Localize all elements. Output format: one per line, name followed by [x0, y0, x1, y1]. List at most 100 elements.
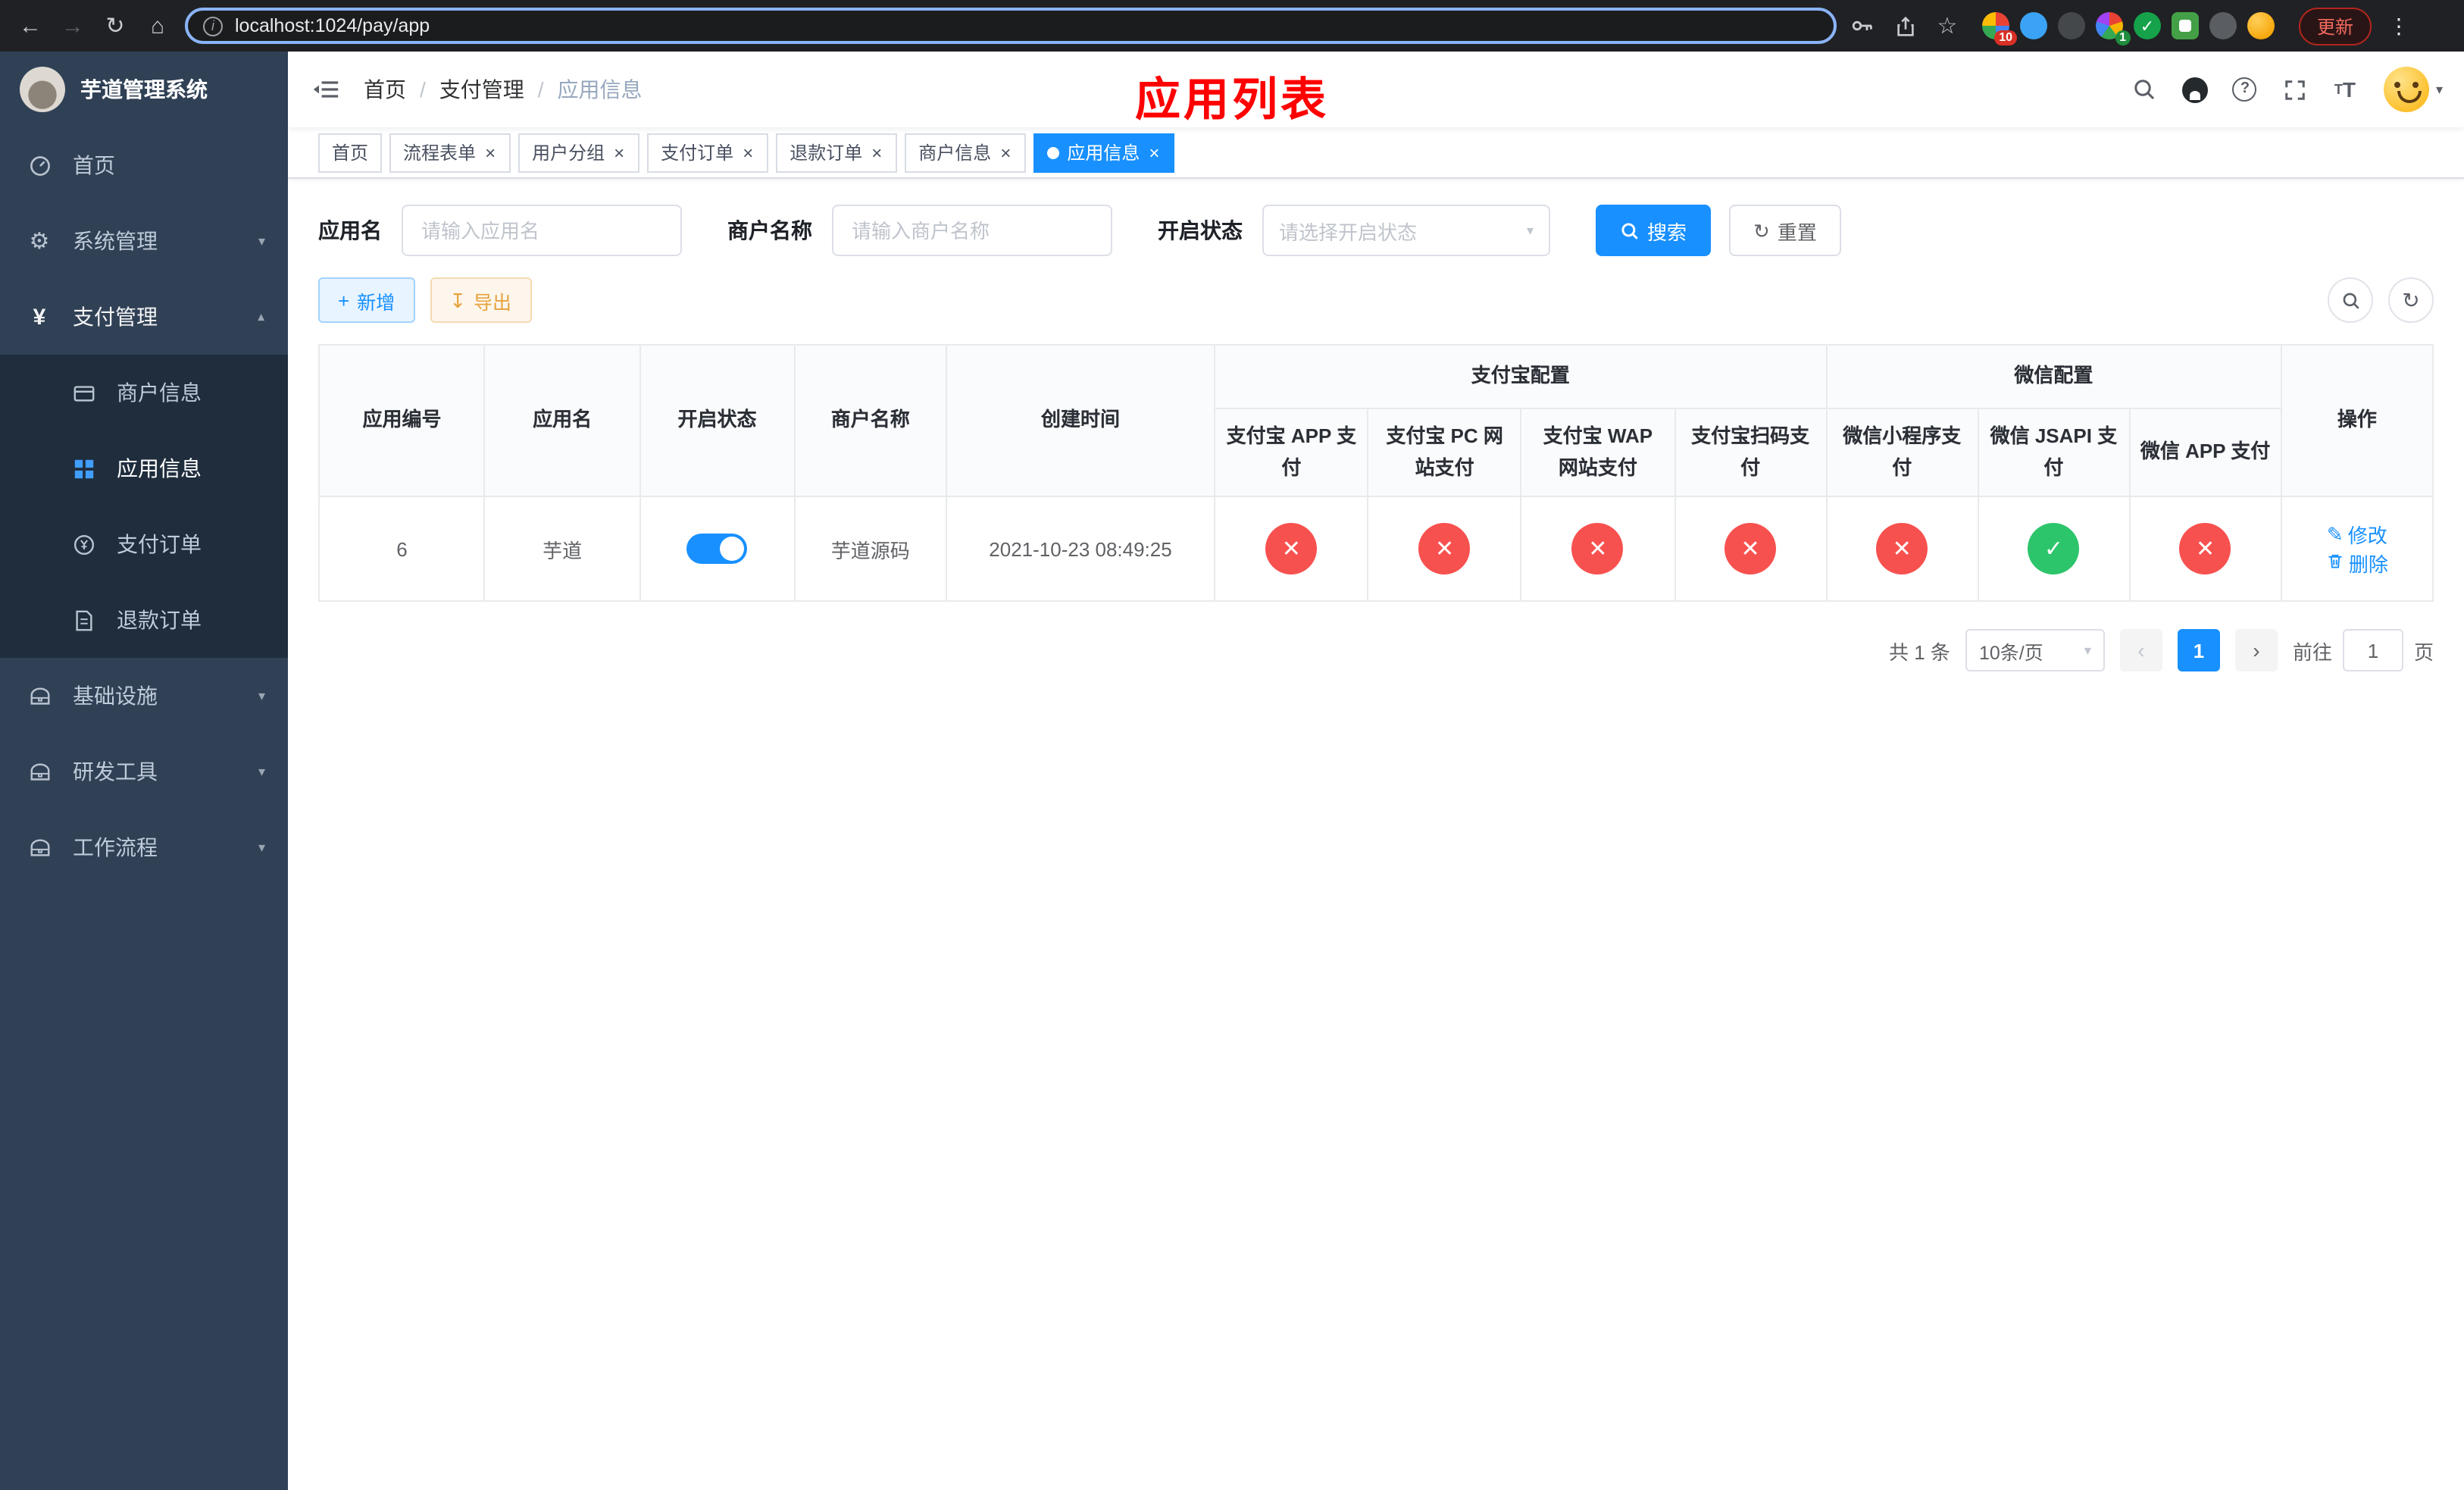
omnibox-actions: ☆	[1849, 9, 1961, 42]
extension-drop-icon[interactable]	[2020, 12, 2047, 39]
help-icon[interactable]: ?	[2225, 70, 2265, 109]
status-label: 开启状态	[1158, 218, 1243, 243]
page-1-button[interactable]: 1	[2177, 629, 2220, 672]
pagination: 共 1 条 10条/页 ▾ ‹ 1 › 前往 页	[318, 629, 2434, 672]
sidebar-item-workflow[interactable]: 工作流程 ▾	[0, 809, 288, 885]
sidebar-item-pay-order[interactable]: 支付订单	[0, 506, 288, 582]
browser-menu-button[interactable]: ⋮	[2384, 13, 2414, 39]
edit-link[interactable]: ✎ 修改	[2327, 521, 2387, 549]
reset-button[interactable]: ↻ 重置	[1729, 205, 1841, 256]
page-content: 应用名 商户名称 开启状态 请选择开启状态 ▾	[288, 179, 2464, 1490]
toggle-search-button[interactable]	[2328, 277, 2373, 323]
tab-refund-order[interactable]: 退款订单 ×	[776, 133, 898, 172]
extension-face-icon[interactable]	[2247, 12, 2275, 39]
refresh-table-button[interactable]: ↻	[2388, 277, 2434, 323]
sidebar-item-home[interactable]: 首页	[0, 127, 288, 203]
col-create-time: 创建时间	[945, 343, 1216, 498]
col-alipay-pc: 支付宝 PC 网站支付	[1367, 407, 1522, 498]
close-icon[interactable]: ×	[999, 143, 1012, 161]
sidebar-item-infra[interactable]: 基础设施 ▾	[0, 658, 288, 734]
search-button[interactable]: 搜索	[1596, 205, 1712, 256]
extension-grid-icon[interactable]: 10	[1982, 12, 2017, 45]
browser-update-button[interactable]: 更新	[2299, 7, 2372, 45]
reload-button[interactable]: ↻	[100, 9, 130, 42]
share-icon[interactable]	[1891, 9, 1918, 42]
close-icon[interactable]: ×	[870, 143, 883, 161]
sidebar-item-merchant-info[interactable]: 商户信息	[0, 355, 288, 430]
github-icon[interactable]	[2175, 70, 2215, 109]
col-group-alipay: 支付宝配置	[1214, 344, 1828, 409]
extension-chat-icon[interactable]	[2172, 12, 2199, 39]
sidebar-item-system[interactable]: ⚙ 系统管理 ▾	[0, 203, 288, 279]
breadcrumb-home[interactable]: 首页	[364, 74, 406, 105]
add-button[interactable]: + 新增	[318, 277, 415, 323]
search-icon[interactable]	[2125, 70, 2165, 109]
password-key-icon[interactable]	[1849, 9, 1876, 42]
breadcrumb-current: 应用信息	[557, 77, 643, 102]
forward-button[interactable]: →	[58, 9, 88, 42]
goto-page-input[interactable]	[2342, 629, 2403, 672]
font-size-icon[interactable]: TT	[2325, 70, 2365, 109]
fullscreen-icon[interactable]	[2275, 70, 2315, 109]
sidebar-fold-icon[interactable]	[309, 73, 342, 106]
dashboard-icon	[23, 154, 56, 177]
extensions-puzzle-icon[interactable]	[2209, 12, 2237, 39]
payment-submenu: 商户信息 应用信息 支付订单 退款订单	[0, 355, 288, 658]
chest-icon	[23, 760, 56, 783]
user-menu[interactable]: ▾	[2384, 67, 2443, 112]
status-toggle[interactable]	[686, 534, 748, 565]
tab-pay-order[interactable]: 支付订单 ×	[647, 133, 769, 172]
sidebar-item-refund-order[interactable]: 退款订单	[0, 582, 288, 658]
extensions-tray: 10 1 ✓	[1982, 12, 2275, 45]
merchant-name-input[interactable]	[832, 205, 1112, 256]
app-title: 芋道管理系统	[80, 77, 208, 102]
tab-process-form[interactable]: 流程表单 ×	[389, 133, 511, 172]
screen: ← → ↻ ⌂ i localhost:1024/pay/app ☆ 10 1 …	[0, 0, 2464, 1490]
export-button[interactable]: ↧ 导出	[430, 277, 532, 323]
url-text: localhost:1024/pay/app	[235, 15, 430, 36]
chevron-up-icon: ▾	[258, 310, 265, 325]
back-button[interactable]: ←	[15, 9, 45, 42]
home-button[interactable]: ⌂	[142, 9, 173, 42]
tab-user-group[interactable]: 用户分组 ×	[518, 133, 640, 172]
close-icon[interactable]: ×	[1147, 143, 1161, 161]
extension-check-icon[interactable]: ✓	[2134, 12, 2161, 39]
navbar-actions: ? TT ▾	[2125, 67, 2443, 112]
tab-merchant-info[interactable]: 商户信息 ×	[905, 133, 1027, 172]
delete-link[interactable]: 删除	[2326, 549, 2388, 578]
next-page-button[interactable]: ›	[2234, 629, 2278, 672]
gear-icon: ⚙	[29, 229, 50, 255]
breadcrumb-payment[interactable]: 支付管理	[439, 74, 524, 105]
prev-page-button[interactable]: ‹	[2119, 629, 2162, 672]
sidebar-item-payment[interactable]: ¥ 支付管理 ▾	[0, 279, 288, 355]
address-bar[interactable]: i localhost:1024/pay/app	[185, 8, 1837, 44]
status-disabled-icon: ✕	[1265, 523, 1318, 575]
sidebar: 芋道管理系统 首页 ⚙ 系统管理 ▾ ¥ 支付管理 ▾ 商户信息 应用信息 支付…	[0, 52, 288, 1490]
col-wechat-lite: 微信小程序支付	[1825, 407, 1979, 498]
page-size-select[interactable]: 10条/页 ▾	[1965, 629, 2105, 672]
status-select[interactable]: 请选择开启状态 ▾	[1262, 205, 1550, 256]
tab-app-info[interactable]: 应用信息 ×	[1033, 133, 1175, 172]
app-logo-row[interactable]: 芋道管理系统	[0, 52, 288, 127]
bookmark-star-icon[interactable]: ☆	[1934, 9, 1961, 42]
site-info-icon[interactable]: i	[203, 16, 223, 36]
goto-suffix: 页	[2413, 640, 2434, 664]
close-icon[interactable]: ×	[483, 143, 497, 161]
close-icon[interactable]: ×	[612, 143, 626, 161]
sidebar-item-devtools[interactable]: 研发工具 ▾	[0, 734, 288, 809]
status-enabled-icon: ✓	[2028, 523, 2080, 575]
extension-multicolor-icon[interactable]: 1	[2096, 12, 2131, 45]
app-name-label: 应用名	[318, 218, 382, 243]
col-wechat-app: 微信 APP 支付	[2128, 407, 2282, 498]
status-disabled-icon: ✕	[1724, 523, 1777, 575]
col-merchant-name: 商户名称	[793, 343, 947, 498]
col-alipay-wap: 支付宝 WAP 网站支付	[1520, 407, 1676, 498]
sidebar-item-app-info[interactable]: 应用信息	[0, 430, 288, 506]
extension-dark-icon[interactable]	[2058, 12, 2085, 39]
col-operation: 操作	[2280, 343, 2434, 498]
tab-home[interactable]: 首页	[318, 133, 383, 172]
download-icon: ↧	[449, 289, 467, 311]
plus-icon: +	[338, 289, 350, 311]
close-icon[interactable]: ×	[741, 143, 755, 161]
app-name-input[interactable]	[402, 205, 682, 256]
